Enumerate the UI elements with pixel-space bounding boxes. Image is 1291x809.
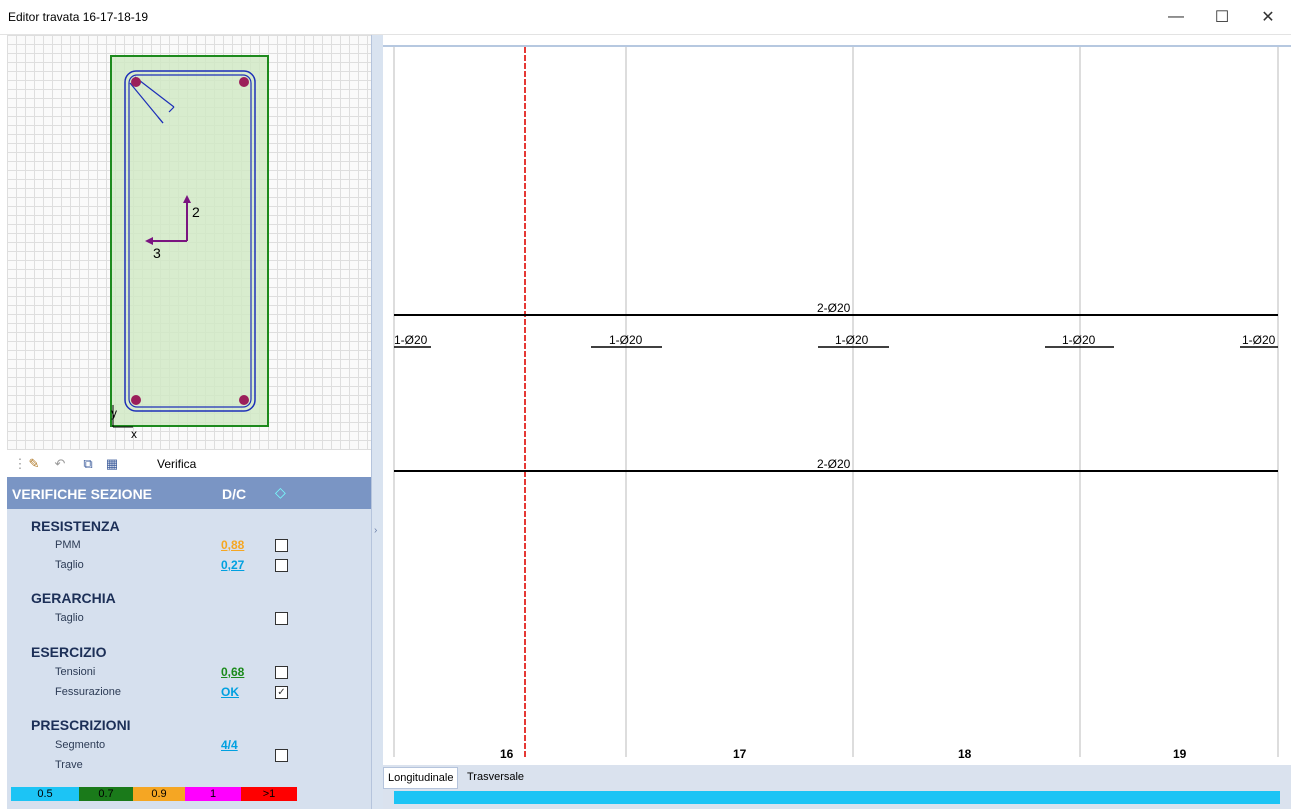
span-label: 17 [733,747,747,761]
extra-rebar-label: 1-Ø20 [1242,333,1276,347]
section-toolbar: ⋮ ✎ ↶ ⧉ ▦ Verifica [7,449,371,478]
legend-item: 0.5 [11,787,79,801]
local-axis-3-label: 3 [153,245,161,261]
minimize-icon: — [1168,8,1184,25]
tab-trasversale[interactable]: Trasversale [463,767,528,787]
taglio-checkbox[interactable] [275,559,288,572]
span-label: 19 [1173,747,1187,761]
splitter-arrow-icon[interactable]: › [374,525,377,536]
rebar-bottom-right [239,395,249,405]
section-prescrizioni: PRESCRIZIONI [31,717,131,733]
dc-legend: 0.5 0.7 0.9 1 >1 [11,787,297,801]
checks-panel: VERIFICHE SEZIONE D/C ◇ RESISTENZA PMM 0… [7,477,371,809]
tensioni-value[interactable]: 0,68 [221,665,244,679]
status-bar [394,791,1280,804]
gerarchia-taglio-label: Taglio [55,612,84,624]
taglio-value[interactable]: 0,27 [221,558,244,572]
span-label: 16 [500,747,514,761]
legend-item: 0.9 [133,787,185,801]
checks-header: VERIFICHE SEZIONE D/C ◇ [7,477,371,509]
pmm-checkbox[interactable] [275,539,288,552]
global-axis-x-label: x [131,427,137,441]
global-axis-y-label: y [111,406,117,420]
tensioni-checkbox[interactable] [275,666,288,679]
section-grid[interactable]: 2 3 x y [7,35,371,449]
window-title: Editor travata 16-17-18-19 [8,10,149,24]
gerarchia-taglio-checkbox[interactable] [275,612,288,625]
pmm-label: PMM [55,539,81,551]
maximize-icon: ☐ [1214,9,1230,26]
segmento-label: Segmento [55,739,106,751]
prescrizioni-checkbox[interactable] [275,749,288,762]
legend-item: >1 [241,787,297,801]
minimize-button[interactable]: — [1153,0,1199,34]
taglio-label: Taglio [55,559,84,571]
legend-item: 1 [185,787,241,801]
span-label: 18 [958,747,972,761]
segmento-value[interactable]: 4/4 [221,738,238,752]
extra-rebar-label: 1-Ø20 [1062,333,1096,347]
close-icon: ✕ [1261,9,1275,26]
fessurazione-value[interactable]: OK [221,685,239,699]
view-tabs: Longitudinale Trasversale [383,765,1291,809]
left-panel: 2 3 x y ⋮ ✎ ↶ ⧉ ▦ Verifica VERIFICHE SEZ… [7,35,371,809]
section-gerarchia: GERARCHIA [31,590,116,606]
maximize-button[interactable]: ☐ [1199,0,1245,34]
rebar-top-right [239,77,249,87]
legend-item: 0.7 [79,787,133,801]
pmm-value[interactable]: 0,88 [221,538,244,552]
trave-label: Trave [55,759,83,771]
table-icon[interactable]: ▦ [103,455,121,473]
local-axis-2-label: 2 [192,204,200,220]
close-button[interactable]: ✕ [1245,0,1291,34]
tensioni-label: Tensioni [55,666,96,678]
eye-icon[interactable]: ◇ [275,484,286,501]
top-rebar-label: 2-Ø20 [817,301,851,315]
extra-rebar-label: 1-Ø20 [835,333,869,347]
longitudinal-view: 2-Ø20 2-Ø20 1-Ø20 1-Ø20 1-Ø20 1-Ø20 1-Ø2… [383,35,1291,809]
tab-longitudinale[interactable]: Longitudinale [383,767,459,789]
longitudinal-drawing[interactable] [383,47,1291,765]
copy-icon[interactable]: ⧉ [79,455,97,473]
section-esercizio: ESERCIZIO [31,644,107,660]
extra-rebar-label: 1-Ø20 [609,333,643,347]
fessurazione-label: Fessurazione [55,686,122,698]
section-drawing [110,55,269,428]
extra-rebar-label: 1-Ø20 [394,333,428,347]
edit-icon[interactable]: ✎ [25,455,43,473]
fessurazione-checkbox[interactable]: ✓ [275,686,288,699]
concrete-section [110,55,269,427]
bottom-rebar-label: 2-Ø20 [817,457,851,471]
checks-header-dc: D/C [222,486,247,502]
rebar-bottom-left [131,395,141,405]
checks-header-title: VERIFICHE SEZIONE [12,486,153,502]
rebar-top-left [131,77,141,87]
title-bar: Editor travata 16-17-18-19 — ☐ ✕ [0,0,1291,35]
section-resistenza: RESISTENZA [31,518,120,534]
verifica-button[interactable]: Verifica [157,457,196,471]
undo-icon[interactable]: ↶ [51,455,69,473]
